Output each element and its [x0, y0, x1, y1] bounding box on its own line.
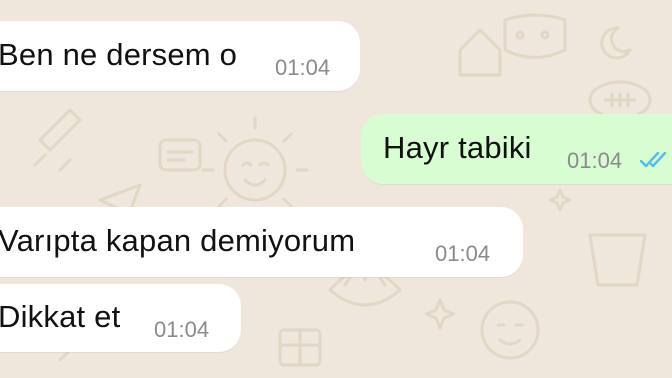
message-timestamp: 01:04	[275, 55, 331, 80]
message-bubble-incoming[interactable]: Varıpta kapan demiyorum 01:04	[0, 207, 523, 277]
message-timestamp: 01:04	[435, 241, 491, 266]
message-bubble-incoming[interactable]: Ben ne dersem o 01:04	[0, 21, 360, 91]
message-text: Dikkat et	[0, 299, 121, 334]
message-text: Varıpta kapan demiyorum	[0, 223, 356, 258]
message-text: Hayr tabiki	[383, 130, 532, 165]
message-bubble-incoming[interactable]: Dikkat et 01:04	[0, 284, 241, 352]
message-timestamp: 01:04	[154, 317, 210, 342]
read-double-check-icon	[639, 151, 667, 168]
message-bubble-outgoing[interactable]: Hayr tabiki 01:04	[361, 114, 672, 184]
message-timestamp: 01:04	[567, 148, 623, 173]
message-text: Ben ne dersem o	[0, 37, 238, 72]
